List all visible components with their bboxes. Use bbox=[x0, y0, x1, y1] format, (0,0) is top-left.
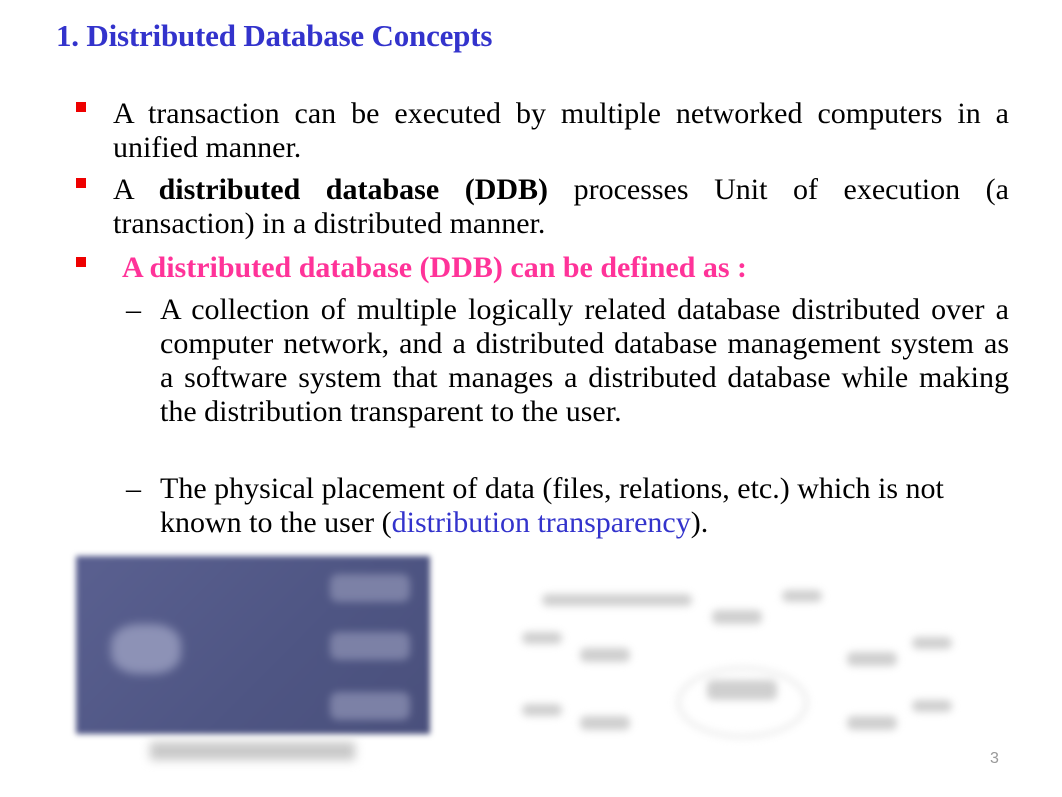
bullet-1: A transaction can be executed by multipl… bbox=[113, 97, 1009, 164]
diagram-node bbox=[522, 632, 562, 644]
diagram-label bbox=[542, 594, 692, 606]
diagram-node bbox=[912, 700, 952, 712]
bullet-marker bbox=[76, 257, 86, 267]
bullet-marker bbox=[76, 178, 86, 188]
distributed-database-illustration bbox=[76, 556, 430, 734]
site-box bbox=[330, 574, 410, 602]
diagram-node bbox=[580, 716, 630, 730]
diagram-node bbox=[580, 648, 630, 662]
bullet-marker bbox=[76, 102, 86, 112]
subbullet-2: The physical placement of data (files, r… bbox=[160, 472, 1009, 540]
bullet-3-definition-heading: A distributed database (DDB) can be defi… bbox=[122, 251, 748, 284]
page-number: 3 bbox=[990, 750, 999, 767]
bullet-2: A distributed database (DDB) processes U… bbox=[113, 173, 1009, 241]
bullet-2-pre: A bbox=[113, 173, 159, 206]
site-box bbox=[330, 632, 410, 660]
image-caption-blurred bbox=[150, 742, 355, 760]
network-diagram bbox=[512, 582, 962, 762]
diagram-node bbox=[912, 637, 952, 649]
globe-icon bbox=[111, 624, 181, 674]
subbullet-2-post: ). bbox=[690, 506, 709, 539]
diagram-node bbox=[847, 652, 897, 666]
diagram-node bbox=[712, 610, 762, 624]
site-box bbox=[330, 692, 410, 720]
diagram-node bbox=[782, 590, 822, 602]
diagram-node bbox=[522, 704, 562, 716]
ddb-term: distributed database (DDB) bbox=[158, 173, 549, 206]
diagram-node bbox=[847, 716, 897, 730]
subbullet-1: A collection of multiple logically relat… bbox=[160, 293, 1009, 428]
dash-marker: – bbox=[126, 293, 141, 326]
distribution-transparency-link[interactable]: distribution transparency bbox=[392, 506, 691, 539]
slide-title: 1. Distributed Database Concepts bbox=[56, 18, 493, 53]
dash-marker: – bbox=[126, 472, 141, 505]
network-cloud bbox=[677, 667, 808, 738]
